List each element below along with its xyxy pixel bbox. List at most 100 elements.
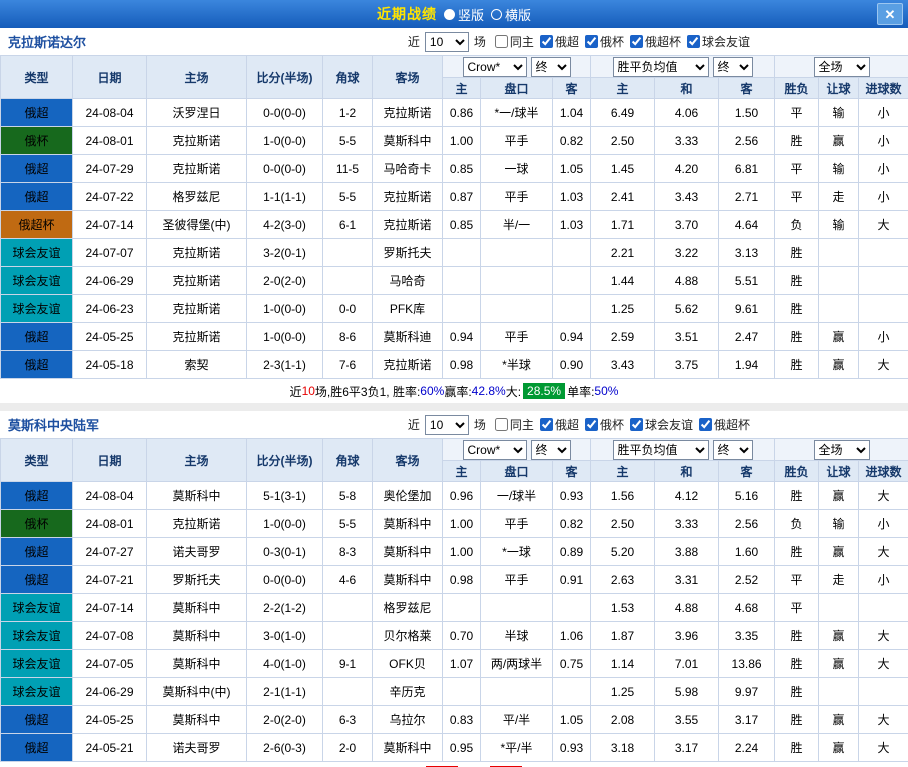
asian-away-odds-cell: 1.05 — [553, 706, 591, 734]
corner-cell: 0-0 — [323, 295, 373, 323]
summary-segment: 10 — [302, 384, 315, 398]
same-home-checkbox[interactable]: 同主 — [489, 416, 534, 433]
handicap-result-cell: 赢 — [819, 127, 859, 155]
league-cell: 球会友谊 — [1, 295, 73, 323]
score-cell: 0-0(0-0) — [247, 155, 323, 183]
team-name: 莫斯科中央陆军 — [8, 415, 99, 434]
recent-results-panel: 近期战绩 竖版 横版 ✕ 克拉斯诺达尔近10场同主俄超俄杯俄超杯球会友谊类型日期… — [0, 0, 908, 767]
league-filter-checkbox-input[interactable] — [699, 418, 712, 431]
match-row: 俄杯24-08-01克拉斯诺1-0(0-0)5-5莫斯科中1.00平手0.822… — [1, 127, 908, 155]
league-cell: 俄超 — [1, 155, 73, 183]
close-button[interactable]: ✕ — [877, 3, 903, 25]
corner-cell: 7-6 — [323, 351, 373, 379]
league-filter-checkbox[interactable]: 俄超 — [534, 33, 579, 50]
same-home-checkbox[interactable]: 同主 — [489, 33, 534, 50]
league-filter-checkbox-input[interactable] — [540, 418, 553, 431]
score-cell: 2-1(1-1) — [247, 678, 323, 706]
asian-home-odds-cell — [443, 267, 481, 295]
result-cell: 平 — [775, 183, 819, 211]
bookmaker-select[interactable]: Crow* — [463, 440, 527, 460]
col-away-header: 客场 — [373, 439, 443, 482]
win-odds-cell: 6.49 — [591, 99, 655, 127]
score-cell: 1-0(0-0) — [247, 295, 323, 323]
date-cell: 24-05-25 — [73, 323, 147, 351]
league-filter-checkbox-label: 俄超 — [555, 33, 579, 50]
result-cell: 胜 — [775, 127, 819, 155]
league-filter-checkbox[interactable]: 俄超杯 — [624, 33, 681, 50]
handicap-result-cell: 输 — [819, 155, 859, 183]
asian-stage-select[interactable]: 终 — [531, 440, 571, 460]
col-date-header: 日期 — [73, 56, 147, 99]
handicap-cell — [481, 678, 553, 706]
league-filter-checkbox-input[interactable] — [630, 35, 643, 48]
league-filter-checkbox-input[interactable] — [585, 35, 598, 48]
league-cell: 球会友谊 — [1, 594, 73, 622]
goals-result-cell — [859, 295, 908, 323]
euro-stage-select[interactable]: 终 — [713, 440, 753, 460]
match-table: 类型日期主场比分(半场)角球客场Crow*终胜平负均值终全场主盘口客主和客胜负让… — [0, 55, 908, 379]
avg-odds-select[interactable]: 胜平负均值 — [613, 57, 709, 77]
league-filter-checkbox[interactable]: 球会友谊 — [681, 33, 750, 50]
euro-stage-select[interactable]: 终 — [713, 57, 753, 77]
win-odds-cell: 1.45 — [591, 155, 655, 183]
win-odds-cell: 2.08 — [591, 706, 655, 734]
match-row: 俄超24-05-18索契2-3(1-1)7-6克拉斯诺0.98*半球0.903.… — [1, 351, 908, 379]
home-team-cell: 圣彼得堡(中) — [147, 211, 247, 239]
section-header: 克拉斯诺达尔近10场同主俄超俄杯俄超杯球会友谊 — [0, 28, 908, 55]
handicap-cell: 平手 — [481, 566, 553, 594]
asian-away-odds-cell: 0.93 — [553, 482, 591, 510]
orientation-portrait-radio[interactable]: 竖版 — [444, 5, 484, 24]
league-cell: 球会友谊 — [1, 267, 73, 295]
league-filter-checkbox[interactable]: 球会友谊 — [624, 416, 693, 433]
league-filter-checkbox-label: 俄杯 — [600, 33, 624, 50]
corner-cell — [323, 678, 373, 706]
asian-home-odds-cell — [443, 678, 481, 706]
goals-result-cell: 大 — [859, 706, 908, 734]
corner-cell: 4-6 — [323, 566, 373, 594]
result-cell: 胜 — [775, 323, 819, 351]
draw-odds-cell: 3.51 — [655, 323, 719, 351]
goals-result-cell: 小 — [859, 99, 908, 127]
same-home-checkbox-input[interactable] — [495, 418, 508, 431]
match-count-select[interactable]: 10 — [425, 415, 469, 435]
league-filter-checkbox[interactable]: 俄超杯 — [693, 416, 750, 433]
draw-odds-cell: 3.55 — [655, 706, 719, 734]
home-team-cell: 克拉斯诺 — [147, 510, 247, 538]
league-filter-checkbox-input[interactable] — [540, 35, 553, 48]
radio-selected-icon — [444, 9, 455, 20]
league-filter-checkbox-input[interactable] — [687, 35, 700, 48]
league-filter-checkbox[interactable]: 俄超 — [534, 416, 579, 433]
win-odds-cell: 1.53 — [591, 594, 655, 622]
handicap-result-cell — [819, 295, 859, 323]
handicap-cell: 平手 — [481, 183, 553, 211]
asian-stage-select[interactable]: 终 — [531, 57, 571, 77]
result-cell: 胜 — [775, 706, 819, 734]
handicap-cell: 平手 — [481, 127, 553, 155]
goals-result-cell: 小 — [859, 155, 908, 183]
date-cell: 24-07-14 — [73, 211, 147, 239]
league-filter-checkbox[interactable]: 俄杯 — [579, 33, 624, 50]
scope-select[interactable]: 全场 — [814, 57, 870, 77]
scope-select[interactable]: 全场 — [814, 440, 870, 460]
same-home-checkbox-input[interactable] — [495, 35, 508, 48]
league-filter-checkbox[interactable]: 俄杯 — [579, 416, 624, 433]
league-filter-checkbox-input[interactable] — [630, 418, 643, 431]
asian-away-odds-cell: 0.91 — [553, 566, 591, 594]
avg-odds-select[interactable]: 胜平负均值 — [613, 440, 709, 460]
lose-odds-cell: 4.64 — [719, 211, 775, 239]
goals-result-cell: 大 — [859, 622, 908, 650]
bookmaker-select[interactable]: Crow* — [463, 57, 527, 77]
draw-odds-cell: 3.88 — [655, 538, 719, 566]
league-filter-checkbox-input[interactable] — [585, 418, 598, 431]
summary-segment: 60% — [420, 384, 444, 398]
league-filter-checkbox-label: 球会友谊 — [645, 416, 693, 433]
match-row: 球会友谊24-07-07克拉斯诺3-2(0-1)罗斯托夫2.213.223.13… — [1, 239, 908, 267]
win-odds-cell: 1.14 — [591, 650, 655, 678]
match-count-select[interactable]: 10 — [425, 32, 469, 52]
result-cell: 胜 — [775, 678, 819, 706]
titlebar: 近期战绩 竖版 横版 ✕ — [0, 0, 908, 28]
asian-away-odds-cell: 0.82 — [553, 510, 591, 538]
score-cell: 4-0(1-0) — [247, 650, 323, 678]
asian-home-odds-cell — [443, 239, 481, 267]
orientation-landscape-radio[interactable]: 横版 — [491, 5, 531, 24]
